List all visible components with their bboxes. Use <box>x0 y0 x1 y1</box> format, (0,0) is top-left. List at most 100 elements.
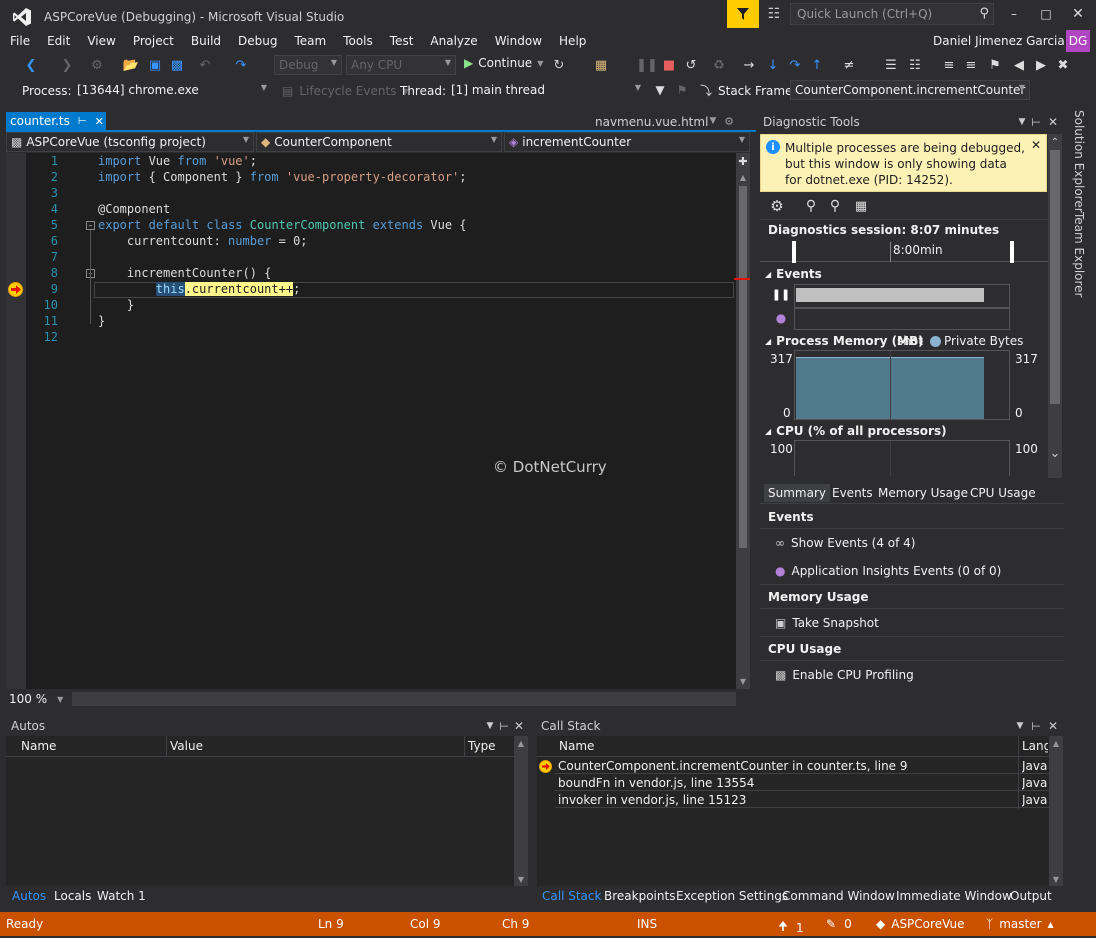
pin-icon[interactable]: ⊢ <box>1030 719 1042 733</box>
redo-icon[interactable]: ↷ <box>232 56 250 74</box>
undo-icon[interactable]: ↶ <box>196 56 214 74</box>
bookmark-icon[interactable]: ⚑ <box>986 56 1004 74</box>
thread-dropdown[interactable]: [1] main thread ▼ <box>446 80 646 100</box>
enable-cpu-button[interactable]: ▩ Enable CPU Profiling <box>775 668 914 682</box>
continue-button[interactable]: ▶ Continue ▼ <box>464 56 543 70</box>
find-icon[interactable]: ▦ <box>592 56 610 74</box>
autos-col-value[interactable]: Value <box>170 739 203 753</box>
pending-changes[interactable]: ✎ 0 <box>826 917 852 931</box>
dropdown-icon[interactable]: ▼ <box>1014 719 1026 733</box>
callstack-scrollbar[interactable] <box>1049 736 1063 886</box>
callstack-col-name[interactable]: Name <box>559 739 594 753</box>
chart-view-icon[interactable]: ▦ <box>852 197 870 215</box>
collapse-class-icon[interactable]: – <box>86 221 95 230</box>
stop-icon[interactable]: ■ <box>660 56 678 74</box>
dropdown-icon[interactable]: ▼ <box>484 719 496 733</box>
autos-col-type[interactable]: Type <box>468 739 496 753</box>
quick-launch-box[interactable]: Quick Launch (Ctrl+Q) ⚲ <box>790 3 994 25</box>
config-dropdown[interactable]: Debug ▼ <box>274 55 342 75</box>
diag-tab-events[interactable]: Events <box>832 486 873 500</box>
menu-file[interactable]: File <box>10 34 30 48</box>
callstack-col-lang[interactable]: Lang <box>1022 739 1048 753</box>
scroll-up-icon[interactable]: ▲ <box>514 738 528 748</box>
avatar[interactable]: DG <box>1066 30 1090 52</box>
lifecycle-events-button[interactable]: ▤ Lifecycle Events ▼ <box>282 84 409 98</box>
filter-icon[interactable] <box>727 0 759 28</box>
scroll-up-icon[interactable]: ▲ <box>1049 738 1063 748</box>
menu-edit[interactable]: Edit <box>47 34 70 48</box>
pin-icon[interactable]: ⊢ <box>78 116 87 127</box>
pause-icon[interactable]: ❚❚ <box>636 56 658 74</box>
scroll-down-icon[interactable]: ▼ <box>1049 874 1063 884</box>
menu-tools[interactable]: Tools <box>343 34 373 48</box>
tab-navmenu[interactable]: navmenu.vue.html <box>595 115 708 129</box>
back-icon[interactable]: ❮ <box>22 56 40 74</box>
menu-debug[interactable]: Debug <box>238 34 277 48</box>
tab-output[interactable]: Output <box>1010 889 1052 903</box>
save-all-icon[interactable]: ▩ <box>168 56 186 74</box>
events-header[interactable]: ◢ Events <box>765 267 822 281</box>
repo-selector[interactable]: ◆ ASPCoreVue <box>876 917 964 931</box>
scroll-down-icon[interactable]: ⌄ <box>1048 446 1062 461</box>
app-insights-link[interactable]: ● Application Insights Events (0 of 0) <box>775 564 1001 578</box>
menu-project[interactable]: Project <box>133 34 174 48</box>
scroll-up-icon[interactable]: ⌃ <box>1048 136 1062 148</box>
settings-icon[interactable]: ⚙ <box>768 197 786 215</box>
execution-pointer-icon[interactable] <box>8 282 23 297</box>
timeline-handle-right[interactable] <box>1010 241 1014 263</box>
close-info-icon[interactable]: ✕ <box>1030 138 1042 152</box>
insights-track[interactable] <box>794 308 1010 330</box>
side-tab-team-explorer[interactable]: Team Explorer <box>1072 212 1086 298</box>
breakpoint-margin[interactable] <box>6 153 26 689</box>
autos-grid[interactable] <box>6 736 514 886</box>
tab-immediate-window[interactable]: Immediate Window <box>896 889 1012 903</box>
take-snapshot-button[interactable]: ▣ Take Snapshot <box>775 616 879 630</box>
tab-autos[interactable]: Autos <box>12 889 46 903</box>
scroll-up-icon[interactable]: ▲ <box>737 172 749 182</box>
menu-view[interactable]: View <box>87 34 115 48</box>
user-name[interactable]: Daniel Jimenez Garcia <box>933 34 1065 48</box>
tab-breakpoints[interactable]: Breakpoints <box>604 889 675 903</box>
scroll-down-icon[interactable]: ▼ <box>514 874 528 884</box>
zoom-out-icon[interactable]: ⚲ <box>826 197 844 215</box>
project-dropdown[interactable]: ▩ ASPCoreVue (tsconfig project) ▼ <box>6 132 254 152</box>
zoom-dropdown[interactable]: 100 % ▼ <box>6 690 70 708</box>
tab-command-window[interactable]: Command Window <box>782 889 895 903</box>
horizontal-scrollbar[interactable] <box>72 692 736 706</box>
forward-icon[interactable]: ❯ <box>58 56 76 74</box>
cpu-chart[interactable] <box>794 440 1010 476</box>
uncomment-icon[interactable]: ≡ <box>962 56 980 74</box>
platform-dropdown[interactable]: Any CPU ▼ <box>346 55 456 75</box>
stack-frame-dropdown[interactable]: CounterComponent.incrementCounter in ▼ <box>790 80 1030 100</box>
feedback-icon[interactable]: ☷ <box>764 5 784 23</box>
dropdown-icon[interactable]: ▼ <box>1016 115 1028 129</box>
quick-launch-input[interactable]: Quick Launch (Ctrl+Q) <box>797 7 932 21</box>
branch-selector[interactable]: ᛉ master ▲ <box>986 917 1054 931</box>
restart-icon[interactable]: ↺ <box>682 56 700 74</box>
tab-counter-ts[interactable]: counter.ts ⊢ ✕ <box>6 112 106 130</box>
unpublished-commits[interactable]: 🠉 1 <box>778 917 804 938</box>
menu-help[interactable]: Help <box>559 34 586 48</box>
exceptions-icon[interactable]: ≠ <box>840 56 858 74</box>
show-next-statement-icon[interactable]: → <box>740 56 758 74</box>
prev-bookmark-icon[interactable]: ◀ <box>1010 56 1028 74</box>
close-icon[interactable]: ✕ <box>1046 115 1060 129</box>
maximize-button[interactable]: □ <box>1032 4 1060 24</box>
comment-icon[interactable]: ≡ <box>940 56 958 74</box>
pin-icon[interactable]: ⊢ <box>498 719 510 733</box>
step-over-icon[interactable]: ↷ <box>786 56 804 74</box>
autos-col-name[interactable]: Name <box>21 739 56 753</box>
refresh-icon[interactable]: ↻ <box>550 56 568 74</box>
menu-team[interactable]: Team <box>294 34 326 48</box>
flag-thread-icon[interactable]: ⚑ <box>674 82 690 98</box>
hot-reload-icon[interactable]: ♻ <box>710 56 728 74</box>
split-icon[interactable]: ✚ <box>737 155 749 168</box>
save-icon[interactable]: ▣ <box>146 56 164 74</box>
side-tab-solution-explorer[interactable]: Solution Explorer <box>1072 110 1086 213</box>
indent-icon[interactable]: ☷ <box>906 56 924 74</box>
clear-bookmarks-icon[interactable]: ✖ <box>1054 56 1072 74</box>
new-project-icon[interactable]: ⚙ <box>88 56 106 74</box>
pin-icon[interactable]: ⊢ <box>1030 115 1042 129</box>
show-events-link[interactable]: ∞ Show Events (4 of 4) <box>775 536 915 550</box>
filter-thread-icon[interactable]: ▼ <box>652 82 668 98</box>
